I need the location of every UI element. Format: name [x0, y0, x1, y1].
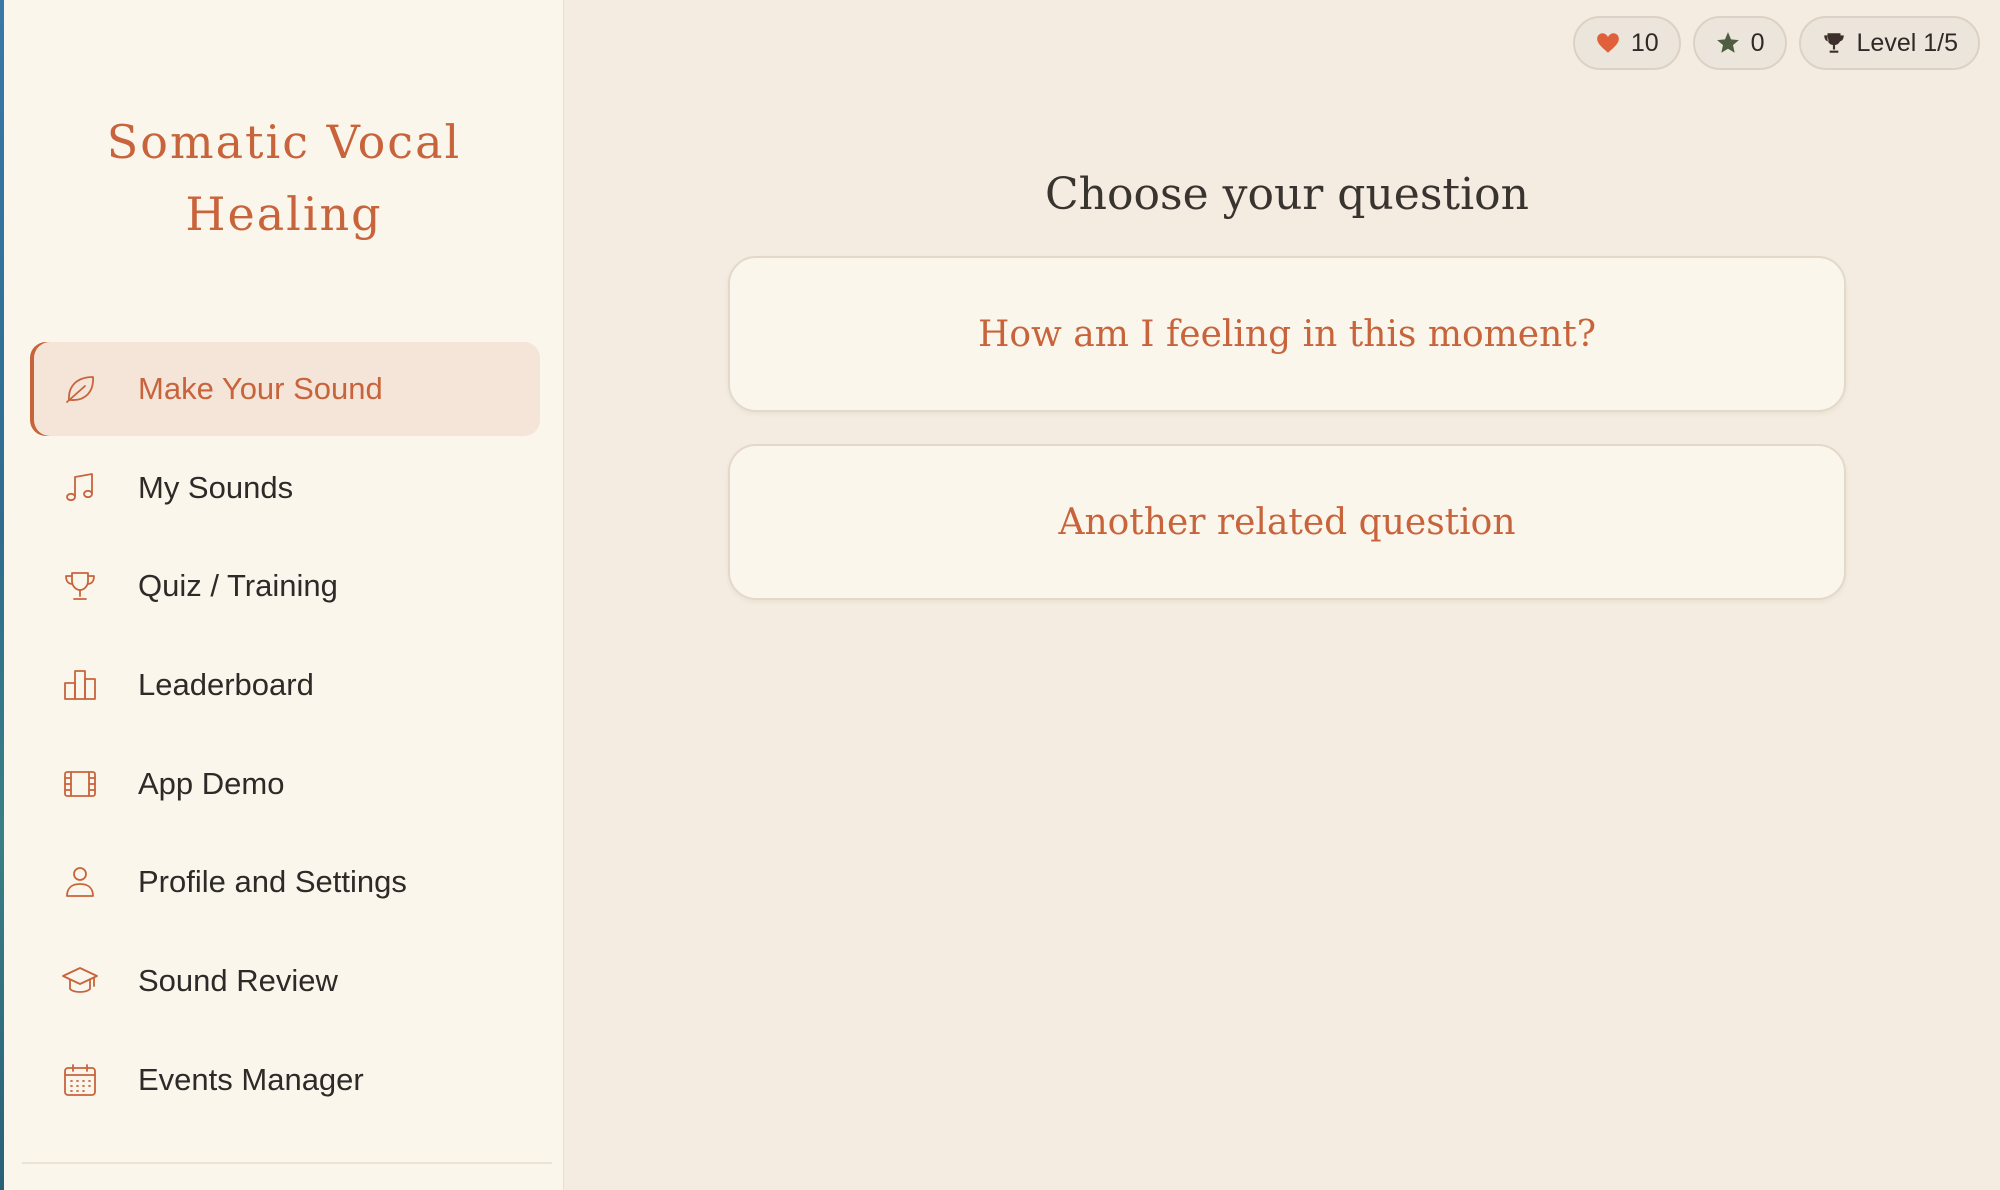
- sidebar-item-label: Events Manager: [138, 1061, 364, 1097]
- sidebar-item-app-demo[interactable]: App Demo: [30, 737, 540, 831]
- sidebar-item-label: Sound Review: [138, 963, 338, 999]
- sidebar-item-my-sounds[interactable]: My Sounds: [30, 441, 540, 535]
- sidebar-divider: [22, 1162, 552, 1164]
- music-note-icon: [60, 468, 100, 508]
- sidebar-nav: Make Your Sound My Sounds Quiz / Trainin…: [30, 342, 540, 1132]
- question-text: Another related question: [1058, 501, 1516, 543]
- level-label: Level 1/5: [1856, 28, 1958, 57]
- heart-icon: [1596, 33, 1619, 53]
- star-icon: [1716, 32, 1739, 53]
- stats-bar: 10 0 Level 1/5: [1572, 16, 1980, 70]
- sidebar-item-events-manager[interactable]: Events Manager: [30, 1033, 540, 1127]
- brand-line-2: Healing: [185, 187, 383, 241]
- page-title: Choose your question: [1045, 169, 1529, 220]
- trophy-icon: [1823, 33, 1844, 53]
- hearts-badge[interactable]: 10: [1572, 16, 1681, 70]
- trophy-icon: [60, 566, 100, 606]
- sidebar-item-label: Make Your Sound: [138, 371, 383, 406]
- sidebar-item-leaderboard[interactable]: Leaderboard: [30, 638, 540, 732]
- sidebar: Somatic Vocal Healing Make Your Sound My…: [4, 0, 564, 1190]
- stars-badge[interactable]: 0: [1692, 16, 1787, 70]
- sidebar-item-make-your-sound[interactable]: Make Your Sound: [30, 342, 540, 436]
- sidebar-item-quiz-training[interactable]: Quiz / Training: [30, 539, 540, 633]
- sidebar-item-sound-review[interactable]: Sound Review: [30, 934, 540, 1028]
- level-badge[interactable]: Level 1/5: [1798, 16, 1980, 70]
- graduation-cap-icon: [60, 961, 100, 1001]
- question-option-2[interactable]: Another related question: [728, 444, 1846, 600]
- brand-line-1: Somatic Vocal: [106, 115, 462, 169]
- app-brand: Somatic Vocal Healing: [4, 106, 564, 250]
- sidebar-item-label: My Sounds: [138, 469, 294, 505]
- user-icon: [60, 862, 100, 902]
- hearts-count: 10: [1630, 28, 1659, 57]
- question-text: How am I feeling in this moment?: [977, 313, 1597, 355]
- stars-count: 0: [1750, 28, 1765, 57]
- sidebar-item-label: App Demo: [138, 765, 285, 801]
- sidebar-item-label: Profile and Settings: [138, 864, 407, 900]
- leaf-icon: [60, 369, 100, 409]
- bar-chart-icon: [60, 665, 100, 705]
- sidebar-item-profile-settings[interactable]: Profile and Settings: [30, 835, 540, 929]
- film-icon: [60, 764, 100, 804]
- sidebar-item-label: Quiz / Training: [138, 568, 338, 604]
- sidebar-item-label: Leaderboard: [138, 667, 314, 703]
- question-option-1[interactable]: How am I feeling in this moment?: [728, 256, 1846, 412]
- calendar-icon: [60, 1060, 100, 1100]
